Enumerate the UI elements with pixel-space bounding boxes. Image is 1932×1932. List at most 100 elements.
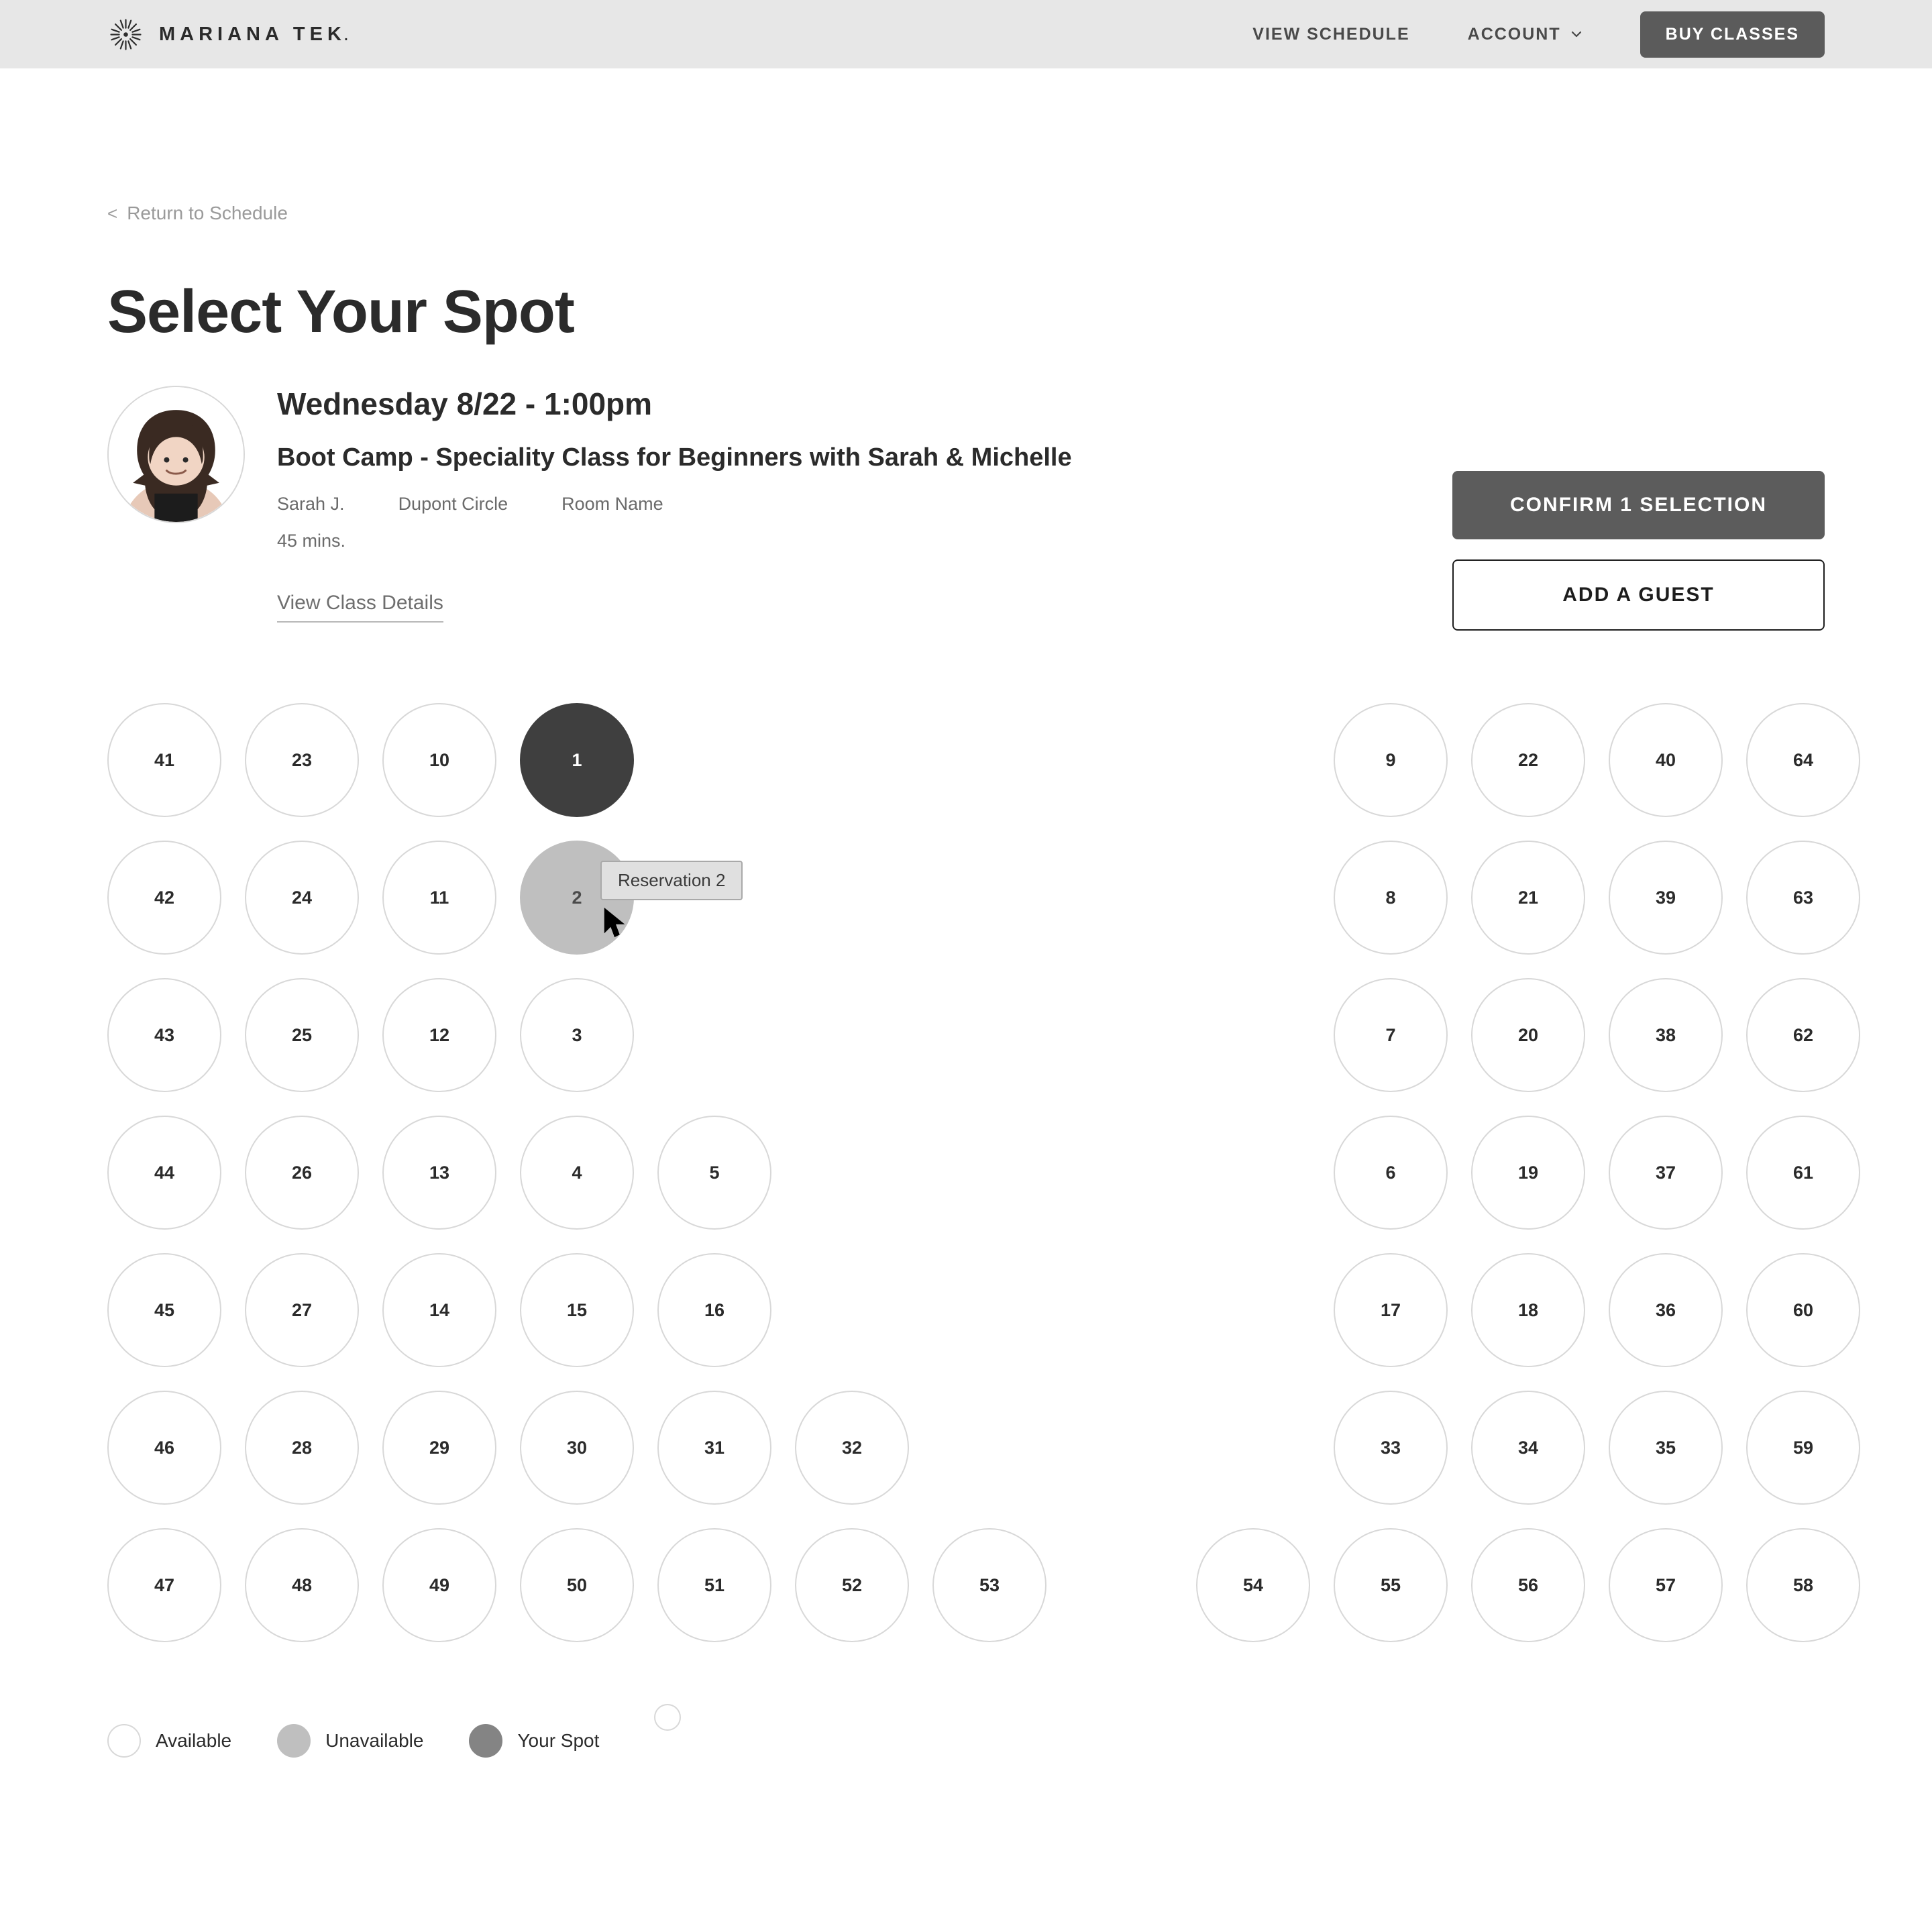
spot-12[interactable]: 12 xyxy=(382,978,496,1092)
legend: Available Unavailable Your Spot xyxy=(107,1724,599,1758)
spot-11[interactable]: 11 xyxy=(382,841,496,955)
spot-48[interactable]: 48 xyxy=(245,1528,359,1642)
spot-4[interactable]: 4 xyxy=(520,1116,634,1230)
spot-25[interactable]: 25 xyxy=(245,978,359,1092)
legend-unavailable-label: Unavailable xyxy=(325,1730,423,1752)
brand-name: MARIANA TEK. xyxy=(159,23,354,46)
spot-9[interactable]: 9 xyxy=(1334,703,1448,817)
legend-your-spot: Your Spot xyxy=(469,1724,599,1758)
spot-35[interactable]: 35 xyxy=(1609,1391,1723,1505)
instructor-avatar xyxy=(107,386,245,523)
spot-53[interactable]: 53 xyxy=(932,1528,1046,1642)
legend-extra-swatch xyxy=(654,1704,681,1731)
spot-29[interactable]: 29 xyxy=(382,1391,496,1505)
spot-55[interactable]: 55 xyxy=(1334,1528,1448,1642)
add-guest-button[interactable]: ADD A GUEST xyxy=(1452,559,1825,631)
spot-27[interactable]: 27 xyxy=(245,1253,359,1367)
spot-59[interactable]: 59 xyxy=(1746,1391,1860,1505)
spot-40[interactable]: 40 xyxy=(1609,703,1723,817)
nav-account-label: ACCOUNT xyxy=(1468,25,1561,44)
spot-62[interactable]: 62 xyxy=(1746,978,1860,1092)
class-location: Dupont Circle xyxy=(398,494,508,515)
class-datetime: Wednesday 8/22 - 1:00pm xyxy=(277,386,1825,422)
spot-13[interactable]: 13 xyxy=(382,1116,496,1230)
spot-1[interactable]: 1 xyxy=(520,703,634,817)
spot-22[interactable]: 22 xyxy=(1471,703,1585,817)
spot-47[interactable]: 47 xyxy=(107,1528,221,1642)
return-to-schedule-link[interactable]: < Return to Schedule xyxy=(107,203,1825,224)
spot-39[interactable]: 39 xyxy=(1609,841,1723,955)
spot-44[interactable]: 44 xyxy=(107,1116,221,1230)
legend-available: Available xyxy=(107,1724,231,1758)
spot-8[interactable]: 8 xyxy=(1334,841,1448,955)
class-room: Room Name xyxy=(561,494,663,515)
spot-63[interactable]: 63 xyxy=(1746,841,1860,955)
brand: MARIANA TEK. xyxy=(107,16,354,53)
class-title: Boot Camp - Speciality Class for Beginne… xyxy=(277,443,1825,472)
spot-20[interactable]: 20 xyxy=(1471,978,1585,1092)
spot-43[interactable]: 43 xyxy=(107,978,221,1092)
spot-49[interactable]: 49 xyxy=(382,1528,496,1642)
action-stack: CONFIRM 1 SELECTION ADD A GUEST xyxy=(1452,471,1825,631)
spot-36[interactable]: 36 xyxy=(1609,1253,1723,1367)
legend-unavailable-swatch xyxy=(277,1724,311,1758)
spot-38[interactable]: 38 xyxy=(1609,978,1723,1092)
buy-classes-button[interactable]: BUY CLASSES xyxy=(1640,11,1825,58)
top-bar: MARIANA TEK. VIEW SCHEDULE ACCOUNT BUY C… xyxy=(0,0,1932,68)
legend-available-swatch xyxy=(107,1724,141,1758)
spot-28[interactable]: 28 xyxy=(245,1391,359,1505)
legend-your-spot-label: Your Spot xyxy=(517,1730,599,1752)
confirm-selection-button[interactable]: CONFIRM 1 SELECTION xyxy=(1452,471,1825,539)
spot-16[interactable]: 16 xyxy=(657,1253,771,1367)
spot-21[interactable]: 21 xyxy=(1471,841,1585,955)
spot-52[interactable]: 52 xyxy=(795,1528,909,1642)
spot-42[interactable]: 42 xyxy=(107,841,221,955)
spot-46[interactable]: 46 xyxy=(107,1391,221,1505)
spot-18[interactable]: 18 xyxy=(1471,1253,1585,1367)
spot-26[interactable]: 26 xyxy=(245,1116,359,1230)
spot-17[interactable]: 17 xyxy=(1334,1253,1448,1367)
spot-5[interactable]: 5 xyxy=(657,1116,771,1230)
top-nav: VIEW SCHEDULE ACCOUNT BUY CLASSES xyxy=(1252,11,1825,58)
spot-50[interactable]: 50 xyxy=(520,1528,634,1642)
legend-available-label: Available xyxy=(156,1730,231,1752)
view-class-details-link[interactable]: View Class Details xyxy=(277,592,443,623)
spot-37[interactable]: 37 xyxy=(1609,1116,1723,1230)
nav-account[interactable]: ACCOUNT xyxy=(1468,25,1582,44)
spot-58[interactable]: 58 xyxy=(1746,1528,1860,1642)
spot-10[interactable]: 10 xyxy=(382,703,496,817)
spot-23[interactable]: 23 xyxy=(245,703,359,817)
spot-2: 2 xyxy=(520,841,634,955)
spot-14[interactable]: 14 xyxy=(382,1253,496,1367)
spot-32[interactable]: 32 xyxy=(795,1391,909,1505)
chevron-left-icon: < xyxy=(107,203,117,224)
brand-logo-icon xyxy=(107,16,144,53)
spot-6[interactable]: 6 xyxy=(1334,1116,1448,1230)
spot-45[interactable]: 45 xyxy=(107,1253,221,1367)
nav-view-schedule[interactable]: VIEW SCHEDULE xyxy=(1252,25,1409,44)
spot-7[interactable]: 7 xyxy=(1334,978,1448,1092)
spot-54[interactable]: 54 xyxy=(1196,1528,1310,1642)
spot-30[interactable]: 30 xyxy=(520,1391,634,1505)
spot-64[interactable]: 64 xyxy=(1746,703,1860,817)
chevron-down-icon xyxy=(1570,28,1582,40)
legend-your-spot-swatch xyxy=(469,1724,502,1758)
class-instructor: Sarah J. xyxy=(277,494,345,515)
spot-15[interactable]: 15 xyxy=(520,1253,634,1367)
return-to-schedule-label: Return to Schedule xyxy=(127,203,288,224)
spot-24[interactable]: 24 xyxy=(245,841,359,955)
legend-unavailable: Unavailable xyxy=(277,1724,423,1758)
spot-33[interactable]: 33 xyxy=(1334,1391,1448,1505)
spot-56[interactable]: 56 xyxy=(1471,1528,1585,1642)
spot-57[interactable]: 57 xyxy=(1609,1528,1723,1642)
spot-61[interactable]: 61 xyxy=(1746,1116,1860,1230)
spot-map: 4123101422411243251234426134545271415164… xyxy=(107,703,1825,1736)
spot-41[interactable]: 41 xyxy=(107,703,221,817)
spot-3[interactable]: 3 xyxy=(520,978,634,1092)
spot-19[interactable]: 19 xyxy=(1471,1116,1585,1230)
spot-34[interactable]: 34 xyxy=(1471,1391,1585,1505)
spot-51[interactable]: 51 xyxy=(657,1528,771,1642)
spot-31[interactable]: 31 xyxy=(657,1391,771,1505)
page-title: Select Your Spot xyxy=(107,278,1825,347)
spot-60[interactable]: 60 xyxy=(1746,1253,1860,1367)
